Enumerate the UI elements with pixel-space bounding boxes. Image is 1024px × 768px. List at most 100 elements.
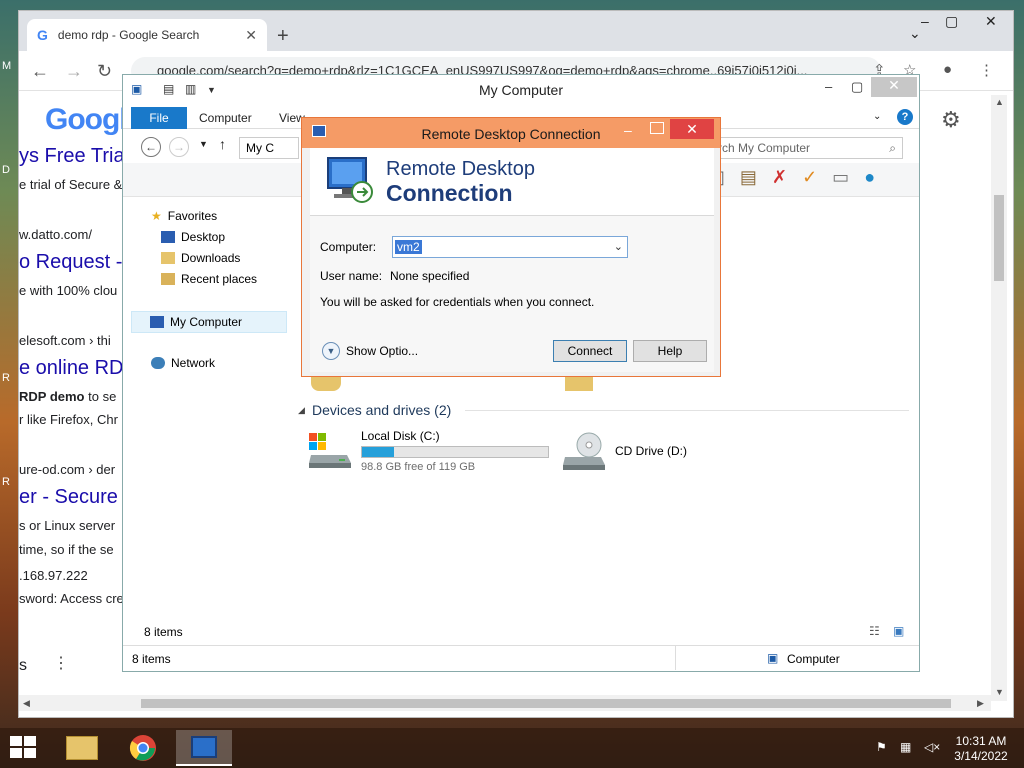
nav-network[interactable]: Network bbox=[151, 356, 215, 370]
back-icon[interactable]: ← bbox=[141, 137, 161, 157]
tab-search-chevron-icon[interactable]: ⌄ bbox=[909, 25, 921, 42]
minimize-icon[interactable]: – bbox=[921, 13, 929, 29]
nav-label: Desktop bbox=[181, 230, 226, 244]
file-explorer-taskbar-icon[interactable] bbox=[54, 730, 110, 766]
checkmark-icon[interactable]: ✓ bbox=[802, 167, 817, 187]
chrome-taskbar-icon[interactable] bbox=[115, 730, 171, 766]
scroll-thumb[interactable] bbox=[994, 195, 1004, 281]
cd-drive-icon[interactable] bbox=[561, 431, 607, 470]
nav-desktop[interactable]: Desktop bbox=[161, 230, 225, 244]
result-url[interactable]: elesoft.com › thi bbox=[19, 333, 111, 348]
forward-icon[interactable]: → bbox=[65, 61, 83, 82]
help-icon[interactable]: ? bbox=[897, 109, 913, 125]
system-clock[interactable]: 10:31 AM 3/14/2022 bbox=[948, 734, 1014, 764]
result-heading[interactable]: er - Secure bbox=[19, 486, 118, 509]
details-view-icon[interactable]: ☷ bbox=[869, 624, 880, 638]
result-heading[interactable]: ys Free Trial bbox=[19, 145, 129, 168]
status-divider bbox=[675, 646, 676, 670]
computer-value: vm2 bbox=[395, 240, 422, 254]
globe-icon[interactable]: ● bbox=[864, 167, 875, 187]
chevron-down-icon[interactable]: ⌄ bbox=[614, 240, 623, 253]
taskbar: ⚑ ▦ ◁× 10:31 AM 3/14/2022 bbox=[0, 728, 1024, 768]
tab-computer[interactable]: Computer bbox=[199, 111, 252, 125]
back-icon[interactable]: ← bbox=[31, 61, 49, 82]
close-icon[interactable]: ✕ bbox=[670, 119, 714, 139]
minimize-icon[interactable]: – bbox=[825, 79, 832, 94]
large-icons-view-icon[interactable]: ▣ bbox=[893, 624, 904, 638]
network-icon[interactable]: ▦ bbox=[900, 740, 911, 754]
downloads-folder-icon bbox=[161, 252, 175, 264]
scroll-left-icon[interactable]: ◀ bbox=[23, 698, 30, 709]
local-disk-icon[interactable] bbox=[307, 431, 353, 468]
volume-muted-icon[interactable]: ◁× bbox=[924, 740, 940, 754]
tab-file[interactable]: File bbox=[131, 107, 187, 129]
star-icon: ★ bbox=[151, 209, 162, 223]
close-window-icon[interactable]: ✕ bbox=[985, 13, 997, 30]
nav-my-computer[interactable]: My Computer bbox=[131, 311, 287, 333]
rdp-titlebar: Remote Desktop Connection – ✕ bbox=[302, 118, 720, 148]
windows-start-icon[interactable] bbox=[10, 736, 38, 760]
drive-local-disk[interactable]: Local Disk (C:) 98.8 GB free of 119 GB bbox=[361, 429, 549, 473]
result-heading[interactable]: e online RDP bbox=[19, 357, 137, 380]
recent-locations-icon[interactable]: ▼ bbox=[199, 139, 208, 149]
search-input[interactable]: rch My Computer ⌕ bbox=[713, 137, 903, 159]
reload-icon[interactable]: ↻ bbox=[97, 61, 112, 82]
scroll-down-icon[interactable]: ▼ bbox=[995, 687, 1004, 697]
scroll-right-icon[interactable]: ▶ bbox=[977, 698, 984, 709]
new-tab-icon[interactable]: + bbox=[277, 25, 289, 48]
profile-avatar-icon[interactable]: ● bbox=[943, 61, 952, 78]
scroll-thumb-horizontal[interactable] bbox=[141, 699, 951, 708]
show-options-link[interactable]: Show Optio... bbox=[346, 344, 418, 358]
drive-cd[interactable]: CD Drive (D:) bbox=[615, 444, 687, 458]
maximize-icon[interactable]: ▢ bbox=[851, 79, 863, 95]
help-button[interactable]: Help bbox=[633, 340, 707, 362]
tab-close-icon[interactable]: ✕ bbox=[245, 27, 257, 44]
settings-gear-icon[interactable]: ⚙ bbox=[941, 107, 961, 133]
result-snippet: r like Firefox, Chr bbox=[19, 412, 118, 427]
rename-icon[interactable]: ▭ bbox=[832, 167, 849, 187]
clipboard-icon[interactable]: ▤ bbox=[740, 167, 757, 187]
computer-combobox[interactable]: vm2 ⌄ bbox=[392, 236, 628, 258]
footer-fragment: s bbox=[19, 657, 27, 674]
chrome-menu-icon[interactable]: ⋮ bbox=[979, 61, 994, 79]
up-icon[interactable]: ↑ bbox=[219, 136, 226, 152]
desktop-icon bbox=[161, 231, 175, 243]
rdp-dialog: Remote Desktop Connection – ✕ Remote Des… bbox=[301, 117, 721, 377]
close-icon[interactable]: ✕ bbox=[871, 77, 917, 97]
connect-button[interactable]: Connect bbox=[553, 340, 627, 362]
result-heading[interactable]: o Request - bbox=[19, 251, 122, 274]
collapse-section-icon[interactable]: ◢ bbox=[298, 405, 305, 416]
minimize-icon[interactable]: – bbox=[624, 122, 632, 138]
maximize-icon[interactable] bbox=[650, 122, 664, 134]
delete-icon[interactable]: ✗ bbox=[772, 167, 787, 187]
tab-title: demo rdp - Google Search bbox=[57, 28, 200, 42]
explorer-title: My Computer bbox=[478, 82, 564, 98]
rdp-taskbar-icon[interactable] bbox=[176, 730, 232, 766]
devices-section-header[interactable]: Devices and drives (2) bbox=[312, 402, 451, 418]
action-center-flag-icon[interactable]: ⚑ bbox=[876, 740, 887, 754]
address-bar[interactable]: My C bbox=[239, 137, 299, 159]
nav-downloads[interactable]: Downloads bbox=[161, 251, 240, 265]
username-value: None specified bbox=[390, 269, 470, 283]
result-url[interactable]: ure-od.com › der bbox=[19, 462, 115, 477]
scroll-up-icon[interactable]: ▲ bbox=[995, 97, 1004, 107]
nav-recent-places[interactable]: Recent places bbox=[161, 272, 257, 286]
google-logo[interactable]: Googl bbox=[45, 103, 128, 137]
result-snippet: sword: Access cre bbox=[19, 591, 124, 606]
nav-favorites[interactable]: ★ Favorites bbox=[151, 209, 217, 223]
result-snippet: s or Linux server bbox=[19, 518, 116, 533]
expand-ribbon-icon[interactable]: ⌄ bbox=[873, 111, 881, 122]
clock-time: 10:31 AM bbox=[955, 734, 1007, 748]
maximize-icon[interactable]: ▢ bbox=[945, 13, 958, 30]
nav-label: Favorites bbox=[167, 209, 218, 223]
search-icon: ⌕ bbox=[889, 141, 896, 155]
forward-icon[interactable]: → bbox=[169, 137, 189, 157]
horizontal-scrollbar[interactable]: ◀ ▶ bbox=[19, 695, 991, 711]
credentials-info: You will be asked for credentials when y… bbox=[320, 295, 595, 309]
vertical-scrollbar[interactable]: ▲ ▼ bbox=[991, 95, 1007, 701]
result-url[interactable]: w.datto.com/ bbox=[19, 227, 92, 242]
footer-more-icon[interactable]: ⋮ bbox=[53, 653, 69, 673]
result-snippet: e trial of Secure & bbox=[19, 177, 123, 192]
browser-tab[interactable]: G demo rdp - Google Search ✕ bbox=[27, 19, 267, 51]
show-options-chevron-icon[interactable]: ▼ bbox=[322, 342, 340, 360]
